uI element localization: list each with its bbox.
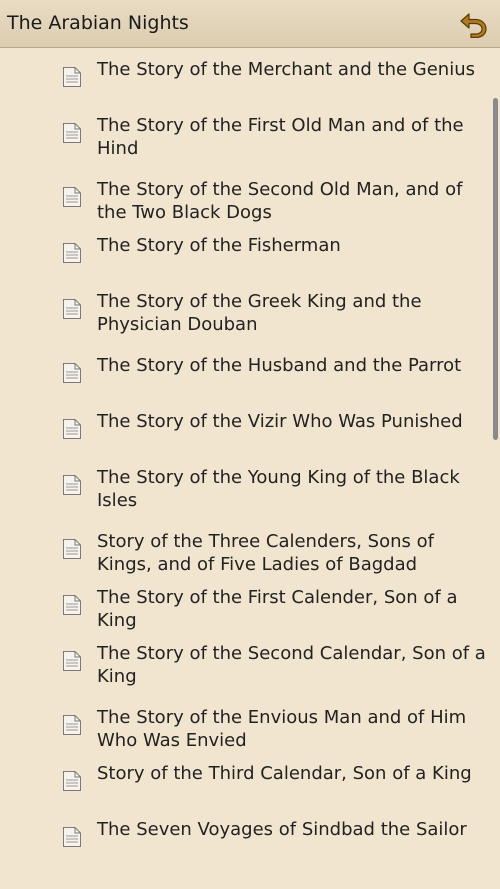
back-arrow-icon xyxy=(460,13,487,38)
story-title: The Story of the Envious Man and of Him … xyxy=(97,707,467,751)
document-icon xyxy=(63,475,81,495)
list-item[interactable]: Story of the Third Calendar, Son of a Ki… xyxy=(0,752,500,808)
document-icon xyxy=(63,651,81,671)
document-icon xyxy=(63,363,81,383)
story-title: The Story of the Fisherman xyxy=(97,235,341,256)
document-icon xyxy=(63,419,81,439)
list-item[interactable]: The Story of the First Old Man and of th… xyxy=(0,104,500,168)
story-title: The Story of the Second Old Man, and of … xyxy=(97,179,463,223)
story-title: The Story of the Young King of the Black… xyxy=(97,467,460,511)
list-item[interactable]: The Story of the Fisherman xyxy=(0,224,500,280)
story-title: The Story of the Husband and the Parrot xyxy=(97,355,462,376)
list-item[interactable]: The Story of the Husband and the Parrot xyxy=(0,344,500,400)
document-icon xyxy=(63,123,81,143)
app-header: The Arabian Nights xyxy=(0,0,500,48)
story-list[interactable]: The Story of the Merchant and the Genius… xyxy=(0,48,500,889)
story-title: The Story of the Second Calendar, Son of… xyxy=(97,643,486,687)
list-item[interactable]: The Seven Voyages of Sindbad the Sailor xyxy=(0,808,500,864)
page-title: The Arabian Nights xyxy=(7,12,189,34)
story-title: The Story of the First Old Man and of th… xyxy=(97,115,464,159)
document-icon xyxy=(63,539,81,559)
story-title: The Story of the Vizir Who Was Punished xyxy=(97,411,463,432)
scrollbar[interactable] xyxy=(493,98,498,440)
story-title: The Story of the First Calender, Son of … xyxy=(97,587,458,631)
document-icon xyxy=(63,827,81,847)
story-title: Story of the Third Calendar, Son of a Ki… xyxy=(97,763,472,784)
list-item[interactable]: The Story of the Second Old Man, and of … xyxy=(0,168,500,224)
list-item[interactable]: The Story of the Second Calendar, Son of… xyxy=(0,632,500,696)
story-title: The Seven Voyages of Sindbad the Sailor xyxy=(97,819,467,840)
list-item[interactable]: The Story of the Envious Man and of Him … xyxy=(0,696,500,752)
story-title: Story of the Three Calenders, Sons of Ki… xyxy=(97,531,434,575)
list-item[interactable]: The Story of the Vizir Who Was Punished xyxy=(0,400,500,456)
document-icon xyxy=(63,715,81,735)
document-icon xyxy=(63,67,81,87)
back-button[interactable] xyxy=(456,8,490,40)
story-title: The Story of the Merchant and the Genius xyxy=(97,59,475,80)
story-title: The Story of the Greek King and the Phys… xyxy=(97,291,422,335)
document-icon xyxy=(63,187,81,207)
list-item[interactable]: Story of the Three Calenders, Sons of Ki… xyxy=(0,520,500,576)
list-item[interactable]: The Story of the Greek King and the Phys… xyxy=(0,280,500,344)
list-item[interactable]: The Story of the Merchant and the Genius xyxy=(0,48,500,104)
list-item[interactable]: The Story of the Young King of the Black… xyxy=(0,456,500,520)
document-icon xyxy=(63,243,81,263)
document-icon xyxy=(63,299,81,319)
document-icon xyxy=(63,595,81,615)
document-icon xyxy=(63,771,81,791)
list-item[interactable]: The Story of the First Calender, Son of … xyxy=(0,576,500,632)
